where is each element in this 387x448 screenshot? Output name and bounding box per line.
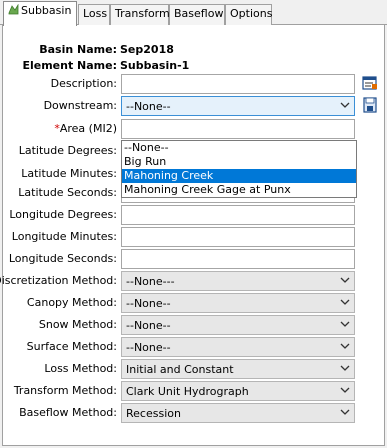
transform-select[interactable]: Clark Unit Hydrograph bbox=[121, 381, 355, 401]
description-editor-icon[interactable] bbox=[362, 75, 378, 91]
area-field[interactable] bbox=[121, 119, 355, 139]
loss-value: Initial and Constant bbox=[126, 363, 234, 376]
longitude-degrees-label: Longitude Degrees: bbox=[9, 208, 117, 221]
tab-loss[interactable]: Loss bbox=[78, 4, 110, 25]
basin-name-label: Basin Name: bbox=[39, 43, 117, 56]
chevron-down-icon bbox=[340, 102, 350, 108]
snow-label: Snow Method: bbox=[38, 318, 117, 331]
baseflow-row: Baseflow Method: Recession bbox=[3, 403, 386, 423]
baseflow-select[interactable]: Recession bbox=[121, 403, 355, 423]
longitude-minutes-field[interactable] bbox=[121, 227, 355, 247]
tab-label: Options bbox=[230, 7, 273, 20]
chevron-down-icon bbox=[340, 277, 350, 283]
dropdown-option[interactable]: Big Run bbox=[122, 155, 356, 169]
element-name-label: Element Name: bbox=[22, 59, 117, 72]
chevron-down-icon bbox=[340, 409, 350, 415]
basin-name-value: Sep2018 bbox=[120, 43, 174, 56]
loss-select[interactable]: Initial and Constant bbox=[121, 359, 355, 379]
transform-row: Transform Method: Clark Unit Hydrograph bbox=[3, 381, 386, 401]
chevron-down-icon bbox=[340, 321, 350, 327]
canopy-select[interactable]: --None-- bbox=[121, 293, 355, 313]
tab-subbasin[interactable]: Subbasin bbox=[3, 1, 77, 26]
downstream-selected-value: --None-- bbox=[126, 100, 171, 113]
tab-options[interactable]: Options bbox=[225, 4, 272, 25]
subbasin-icon bbox=[8, 4, 19, 15]
description-field[interactable] bbox=[121, 74, 355, 94]
discretization-select[interactable]: --None--- bbox=[121, 271, 355, 291]
discretization-row: Discretization Method: --None--- bbox=[0, 271, 386, 291]
area-label-text: Area (MI2) bbox=[59, 122, 117, 135]
latitude-seconds-label: Latitude Seconds: bbox=[18, 186, 117, 199]
longitude-seconds-label: Longitude Seconds: bbox=[8, 252, 117, 265]
description-row: Description: bbox=[3, 74, 386, 94]
tab-label: Baseflow bbox=[174, 7, 224, 20]
discretization-label: Discretization Method: bbox=[0, 274, 117, 287]
tab-label: Loss bbox=[83, 7, 108, 20]
downstream-selector-icon[interactable] bbox=[362, 97, 378, 113]
transform-value: Clark Unit Hydrograph bbox=[126, 385, 249, 398]
chevron-down-icon bbox=[340, 343, 350, 349]
longitude-degrees-field[interactable] bbox=[121, 205, 355, 225]
surface-select[interactable]: --None-- bbox=[121, 337, 355, 357]
tab-label: Transform bbox=[115, 7, 170, 20]
tab-transform[interactable]: Transform bbox=[110, 4, 170, 25]
dropdown-option-highlighted[interactable]: Mahoning Creek bbox=[122, 169, 356, 183]
chevron-down-icon bbox=[340, 387, 350, 393]
latitude-degrees-label: Latitude Degrees: bbox=[18, 144, 117, 157]
loss-label: Loss Method: bbox=[44, 362, 117, 375]
dropdown-option[interactable]: --None-- bbox=[122, 141, 356, 155]
chevron-down-icon bbox=[340, 365, 350, 371]
snow-row: Snow Method: --None-- bbox=[3, 315, 386, 335]
longitude-degrees-row: Longitude Degrees: bbox=[3, 205, 386, 225]
subbasin-panel: Basin Name: Sep2018 Element Name: Subbas… bbox=[0, 25, 386, 446]
tab-label: Subbasin bbox=[21, 4, 72, 17]
downstream-row: Downstream: --None-- bbox=[3, 96, 386, 116]
tab-baseflow[interactable]: Baseflow bbox=[169, 4, 225, 25]
surface-row: Surface Method: --None-- bbox=[3, 337, 386, 357]
surface-value: --None-- bbox=[126, 341, 171, 354]
longitude-seconds-row: Longitude Seconds: bbox=[3, 249, 386, 269]
element-name-value: Subbasin-1 bbox=[120, 59, 190, 72]
tab-bar: Subbasin Loss Transform Baseflow Options bbox=[0, 0, 387, 26]
baseflow-value: Recession bbox=[126, 407, 181, 420]
loss-row: Loss Method: Initial and Constant bbox=[3, 359, 386, 379]
downstream-dropdown-list: --None-- Big Run Mahoning Creek Mahoning… bbox=[121, 140, 357, 198]
description-label: Description: bbox=[50, 77, 117, 90]
canopy-value: --None-- bbox=[126, 297, 171, 310]
downstream-select[interactable]: --None-- bbox=[121, 96, 355, 116]
longitude-minutes-row: Longitude Minutes: bbox=[3, 227, 386, 247]
dropdown-option[interactable]: Mahoning Creek Gage at Punx bbox=[122, 183, 356, 197]
area-row: *Area (MI2) bbox=[3, 119, 386, 139]
surface-label: Surface Method: bbox=[26, 340, 117, 353]
chevron-down-icon bbox=[340, 299, 350, 305]
snow-select[interactable]: --None-- bbox=[121, 315, 355, 335]
area-label: *Area (MI2) bbox=[54, 122, 117, 135]
baseflow-label: Baseflow Method: bbox=[19, 406, 117, 419]
latitude-minutes-label: Latitude Minutes: bbox=[21, 167, 117, 180]
transform-label: Transform Method: bbox=[13, 384, 117, 397]
canopy-label: Canopy Method: bbox=[26, 296, 117, 309]
discretization-value: --None--- bbox=[126, 275, 175, 288]
longitude-minutes-label: Longitude Minutes: bbox=[11, 230, 117, 243]
canopy-row: Canopy Method: --None-- bbox=[3, 293, 386, 313]
longitude-seconds-field[interactable] bbox=[121, 249, 355, 269]
element-name-row: Element Name: Subbasin-1 bbox=[3, 56, 386, 75]
snow-value: --None-- bbox=[126, 319, 171, 332]
downstream-label: Downstream: bbox=[43, 99, 117, 112]
